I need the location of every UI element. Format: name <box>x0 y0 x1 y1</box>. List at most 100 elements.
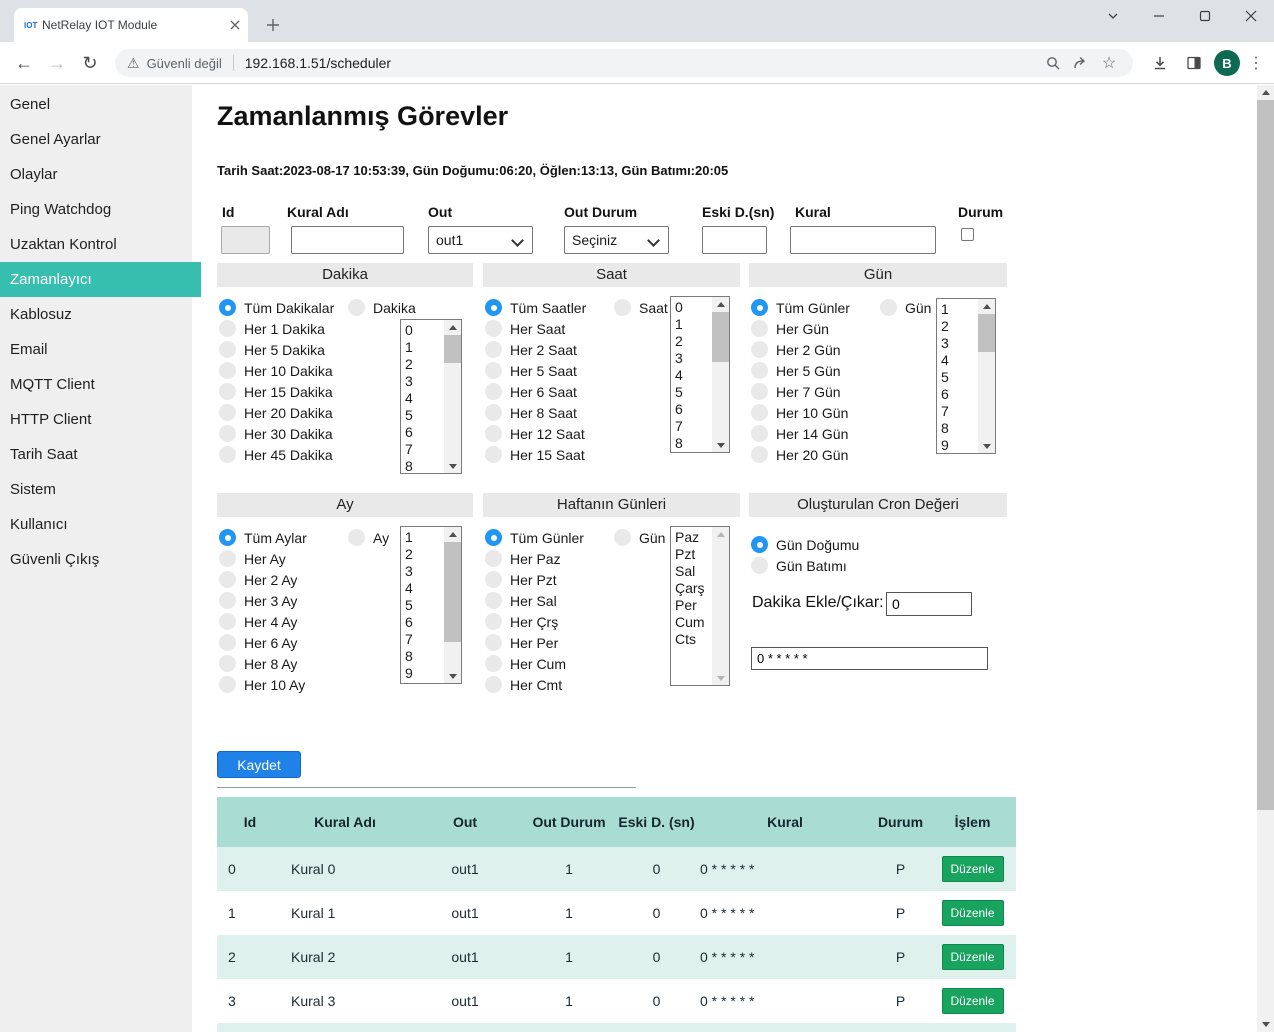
radio-button[interactable] <box>219 320 236 337</box>
listbox-scrollbar[interactable] <box>444 527 461 683</box>
side-panel-icon[interactable] <box>1180 49 1208 77</box>
list-option[interactable]: 8 <box>675 435 712 452</box>
listbox-scrollbar[interactable] <box>712 297 729 452</box>
radio-button[interactable] <box>219 655 236 672</box>
not-secure-warning-icon[interactable]: ⚠ <box>127 55 140 72</box>
radio-button[interactable] <box>219 341 236 358</box>
radio-button[interactable] <box>485 404 502 421</box>
list-option[interactable]: 4 <box>405 580 444 597</box>
radio-button[interactable] <box>219 634 236 651</box>
sidebar-item[interactable]: Kullanıcı <box>0 507 201 542</box>
radio-button[interactable] <box>485 299 502 316</box>
list-option[interactable]: Sal <box>675 563 712 580</box>
out-durum-select[interactable]: Seçiniz <box>564 226 669 254</box>
list-option[interactable]: 8 <box>941 420 978 437</box>
radio-button[interactable] <box>751 536 768 553</box>
radio-button[interactable] <box>485 655 502 672</box>
reload-icon[interactable]: ↻ <box>76 49 104 77</box>
cron-value-input[interactable] <box>751 647 988 670</box>
radio-button[interactable] <box>219 571 236 588</box>
radio-button[interactable] <box>751 446 768 463</box>
minimize-icon[interactable] <box>1136 0 1182 32</box>
listbox-scrollbar[interactable] <box>712 527 729 685</box>
scroll-up-icon[interactable] <box>1257 85 1274 100</box>
radio-button[interactable] <box>219 299 236 316</box>
list-option[interactable]: 7 <box>405 441 444 458</box>
sidebar-item[interactable]: Uzaktan Kontrol <box>0 227 201 262</box>
gun-listbox[interactable]: 1 2 3 4 5 6 7 <box>936 298 996 454</box>
listbox-scrollbar[interactable] <box>444 320 461 473</box>
list-option[interactable]: 7 <box>405 631 444 648</box>
list-option[interactable]: 8 <box>405 458 444 473</box>
scrollbar-thumb[interactable] <box>1257 100 1274 810</box>
forward-icon[interactable]: → <box>43 49 71 77</box>
radio-button[interactable] <box>485 425 502 442</box>
hafta-listbox[interactable]: Paz Pzt Sal Çarş Per Cum Cts <box>670 526 730 686</box>
list-option[interactable]: 1 <box>941 301 978 318</box>
list-option[interactable]: 3 <box>941 335 978 352</box>
new-tab-button[interactable] <box>260 12 286 38</box>
back-icon[interactable]: ← <box>10 49 38 77</box>
radio-button[interactable] <box>485 446 502 463</box>
radio-button[interactable] <box>485 676 502 693</box>
list-option[interactable]: Çarş <box>675 580 712 597</box>
share-icon[interactable] <box>1067 49 1095 77</box>
list-option[interactable]: 2 <box>675 333 712 350</box>
close-icon[interactable] <box>1228 0 1274 32</box>
edit-button[interactable]: Düzenle <box>942 856 1004 882</box>
list-option[interactable]: 4 <box>405 390 444 407</box>
list-option[interactable]: 5 <box>675 384 712 401</box>
radio-button[interactable] <box>348 299 365 316</box>
radio-button[interactable] <box>485 362 502 379</box>
radio-button[interactable] <box>485 320 502 337</box>
durum-checkbox[interactable] <box>961 228 974 241</box>
list-option[interactable]: Paz <box>675 529 712 546</box>
page-scrollbar[interactable] <box>1257 85 1274 1032</box>
list-option[interactable]: 1 <box>405 339 444 356</box>
radio-button[interactable] <box>219 383 236 400</box>
sidebar-item[interactable]: Sistem <box>0 472 201 507</box>
sidebar-item[interactable]: Güvenli Çıkış <box>0 542 201 577</box>
radio-button[interactable] <box>751 404 768 421</box>
list-option[interactable]: Pzt <box>675 546 712 563</box>
radio-button[interactable] <box>219 550 236 567</box>
radio-button[interactable] <box>348 529 365 546</box>
list-option[interactable]: 3 <box>405 373 444 390</box>
list-option[interactable]: 4 <box>941 352 978 369</box>
radio-button[interactable] <box>219 613 236 630</box>
sidebar-item[interactable]: Olaylar <box>0 157 201 192</box>
list-option[interactable]: 7 <box>675 418 712 435</box>
radio-button[interactable] <box>219 676 236 693</box>
radio-button[interactable] <box>485 550 502 567</box>
list-option[interactable]: 9 <box>941 437 978 453</box>
sidebar-item[interactable]: HTTP Client <box>0 402 201 437</box>
radio-button[interactable] <box>614 529 631 546</box>
list-option[interactable]: 1 <box>675 316 712 333</box>
list-option[interactable]: 5 <box>405 597 444 614</box>
list-option[interactable]: 6 <box>405 424 444 441</box>
list-option[interactable]: 5 <box>405 407 444 424</box>
radio-button[interactable] <box>880 299 897 316</box>
sidebar-item[interactable]: Genel <box>0 87 201 122</box>
save-button[interactable]: Kaydet <box>217 751 301 778</box>
radio-button[interactable] <box>485 341 502 358</box>
list-option[interactable]: 2 <box>405 546 444 563</box>
browser-tab[interactable]: IOT NetRelay IOT Module <box>14 8 248 42</box>
list-option[interactable]: 9 <box>405 665 444 682</box>
edit-button[interactable]: Düzenle <box>942 900 1004 926</box>
sidebar-item[interactable]: Ping Watchdog <box>0 192 201 227</box>
radio-button[interactable] <box>751 362 768 379</box>
dakika-listbox[interactable]: 0 1 2 3 4 5 6 <box>400 319 462 474</box>
list-option[interactable]: 8 <box>405 648 444 665</box>
edit-button[interactable]: Düzenle <box>942 988 1004 1014</box>
list-option[interactable]: Cts <box>675 631 712 648</box>
list-option[interactable]: 5 <box>941 369 978 386</box>
listbox-scrollbar[interactable] <box>978 299 995 453</box>
radio-button[interactable] <box>751 383 768 400</box>
radio-button[interactable] <box>219 404 236 421</box>
list-option[interactable]: 0 <box>405 322 444 339</box>
list-option[interactable]: 6 <box>405 614 444 631</box>
tab-close-icon[interactable] <box>230 20 240 30</box>
sidebar-item[interactable]: MQTT Client <box>0 367 201 402</box>
list-option[interactable]: 6 <box>941 386 978 403</box>
